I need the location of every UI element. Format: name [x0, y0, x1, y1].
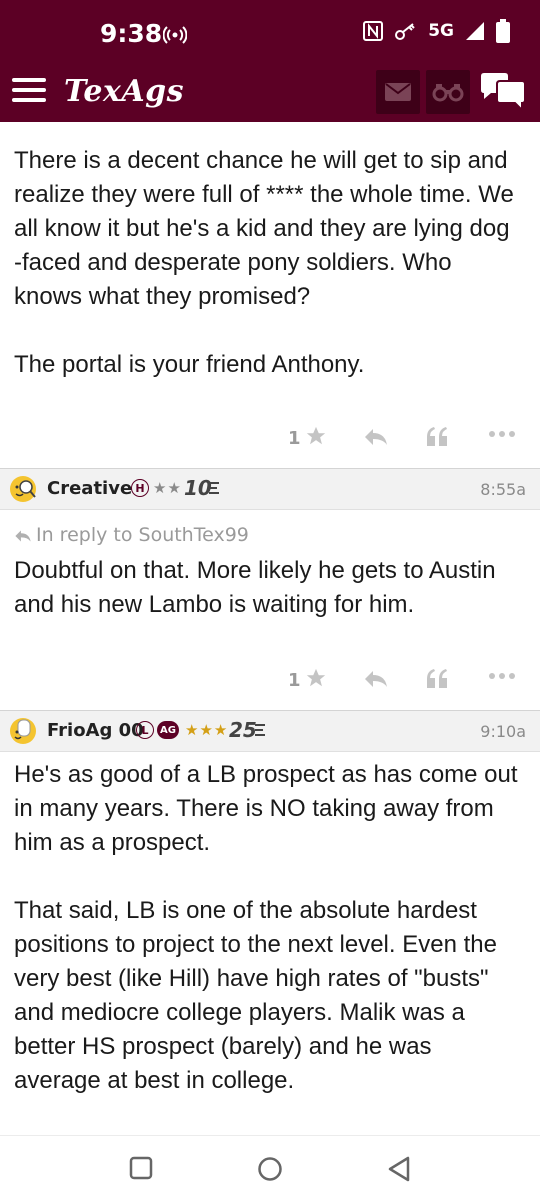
system-nav-bar [0, 1135, 540, 1201]
binoculars-icon [432, 84, 464, 102]
post-body: Doubtful on that. More likely he gets to… [14, 554, 519, 622]
like-count: 1 [288, 670, 301, 691]
reply-to-text: In reply to SouthTex99 [36, 524, 249, 546]
home-circle-icon[interactable] [257, 1156, 283, 1182]
star-icon[interactable] [305, 425, 327, 447]
post-body: There is a decent chance he will get to … [14, 144, 519, 382]
reply-icon[interactable] [363, 669, 389, 689]
post-actions: 1 [0, 420, 540, 460]
quote-icon[interactable] [425, 668, 449, 690]
star-icon[interactable] [305, 667, 327, 689]
status-bar: 9:38 5G [0, 0, 540, 64]
key-icon [395, 23, 415, 40]
post-actions: 1 [0, 662, 540, 702]
battery-icon [496, 19, 510, 43]
user-avatar[interactable] [8, 475, 38, 503]
post-paragraph: He's as good of a LB prospect as has com… [14, 761, 518, 856]
mail-icon [385, 83, 411, 101]
post-timestamp: 9:10a [480, 722, 526, 741]
more-options-icon[interactable] [488, 429, 516, 439]
reply-icon[interactable] [363, 427, 389, 447]
username[interactable]: FrioAg 00 [47, 720, 144, 741]
user-stars: ★★ [153, 479, 182, 497]
signal-icon [466, 22, 484, 40]
radio-icon [163, 26, 187, 44]
app-logo[interactable]: TexAgs [64, 74, 184, 109]
app-header: TexAgs [0, 64, 540, 122]
back-triangle-icon[interactable] [387, 1156, 411, 1182]
ag-badge: AG [157, 721, 179, 739]
post-user-bar: Creative H ★★ 10 8:55a [0, 468, 540, 510]
status-time: 9:38 [100, 19, 163, 48]
network-label: 5G [428, 21, 454, 41]
user-badge: L [136, 721, 154, 739]
quote-icon[interactable] [425, 426, 449, 448]
hamburger-menu-icon[interactable] [12, 78, 46, 104]
post-paragraph: There is a decent chance he will get to … [14, 147, 514, 310]
more-options-icon[interactable] [488, 671, 516, 681]
reply-to-link[interactable]: In reply to SouthTex99 [14, 524, 249, 546]
like-count: 1 [288, 428, 301, 449]
rank-lines-icon [255, 724, 265, 736]
reply-arrow-icon [15, 530, 31, 542]
post-paragraph: The portal is your friend Anthony. [14, 351, 365, 378]
mail-button[interactable] [376, 70, 420, 114]
post-timestamp: 8:55a [480, 480, 526, 499]
post-paragraph: That said, LB is one of the absolute har… [14, 897, 497, 1094]
user-stars: ★★★ [185, 721, 229, 739]
user-badge: H [131, 479, 149, 497]
user-rank: 10 [184, 476, 212, 500]
rank-lines-icon [209, 482, 219, 494]
post-user-bar: FrioAg 00 L AG ★★★ 25 9:10a [0, 710, 540, 752]
username[interactable]: Creative [47, 478, 132, 499]
chat-icon[interactable] [479, 72, 527, 114]
user-avatar[interactable] [8, 717, 38, 745]
nfc-icon [363, 21, 384, 41]
recents-square-icon[interactable] [129, 1156, 153, 1180]
post-paragraph: Doubtful on that. More likely he gets to… [14, 557, 496, 618]
binoculars-button[interactable] [426, 70, 470, 114]
user-rank: 25 [229, 718, 257, 742]
post-body: He's as good of a LB prospect as has com… [14, 758, 519, 1098]
